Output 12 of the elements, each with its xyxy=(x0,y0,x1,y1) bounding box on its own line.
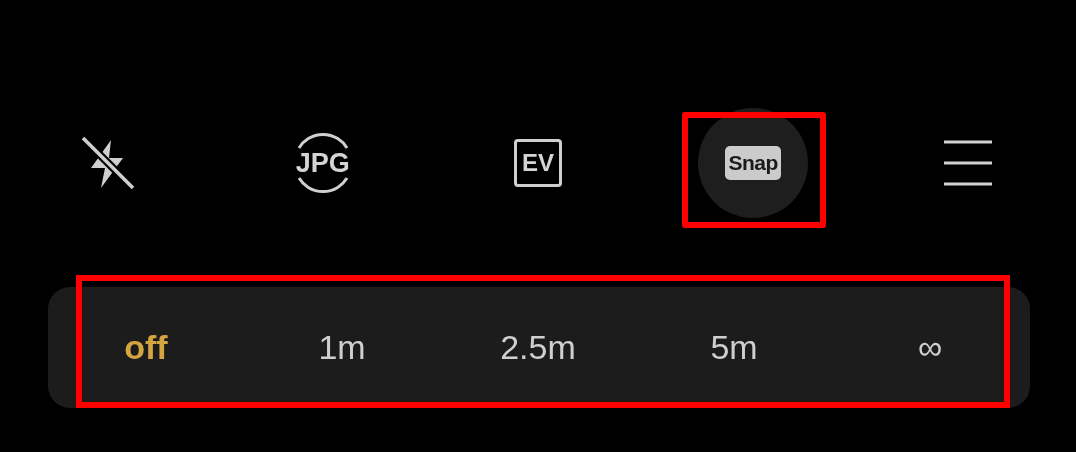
timer-option[interactable]: 2.5m xyxy=(492,324,584,371)
mode-label: Snap xyxy=(725,146,781,180)
mode-button[interactable]: Snap xyxy=(698,108,809,218)
timer-option[interactable]: ∞ xyxy=(909,324,951,371)
timer-option[interactable]: 1m xyxy=(310,324,374,371)
timer-option[interactable]: 5m xyxy=(702,324,766,371)
format-label: JPG xyxy=(295,147,350,179)
format-button[interactable]: JPG xyxy=(267,108,378,218)
exposure-button[interactable]: EV xyxy=(482,108,593,218)
exposure-label: EV xyxy=(513,139,562,187)
timer-option[interactable]: off xyxy=(116,324,176,371)
menu-icon xyxy=(943,139,994,187)
